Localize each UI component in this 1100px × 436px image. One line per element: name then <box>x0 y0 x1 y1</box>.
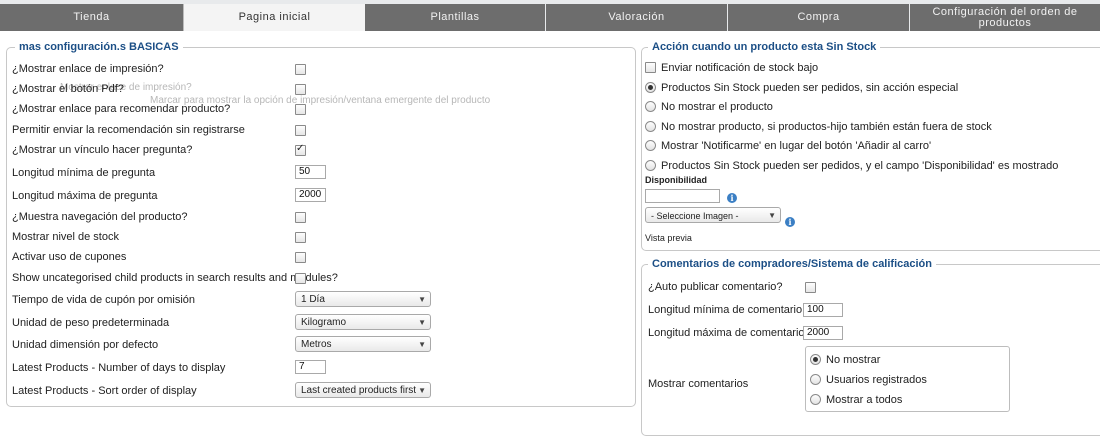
recommend-unregistered-checkbox[interactable] <box>295 125 306 136</box>
label-low-stock-notify: Enviar notificación de stock bajo <box>661 62 819 74</box>
uncategorised-children-checkbox[interactable] <box>295 273 306 284</box>
show-reviews-label-2: Mostrar a todos <box>826 394 903 406</box>
stock-option-label-0: Productos Sin Stock pueden ser pedidos, … <box>661 82 959 94</box>
min-review-input[interactable] <box>803 303 843 317</box>
label-print-link: ¿Mostrar enlace de impresión? <box>12 63 164 75</box>
label-min-review: Longitud mínima de comentario <box>648 304 803 316</box>
show-reviews-radio-0[interactable] <box>810 354 821 365</box>
stock-option-radio-3[interactable] <box>645 140 656 151</box>
label-weight-unit: Unidad de peso predeterminada <box>12 317 170 329</box>
recommend-link-checkbox[interactable] <box>295 104 306 115</box>
out-of-stock-legend: Acción cuando un producto esta Sin Stock <box>648 40 881 54</box>
product-navigation-checkbox[interactable] <box>295 212 306 223</box>
chevron-down-icon: ▼ <box>418 295 426 304</box>
label-stock-level: Mostrar nivel de stock <box>12 231 119 243</box>
coupon-lifetime-select[interactable]: 1 Día ▼ <box>295 291 431 307</box>
auto-publish-checkbox[interactable] <box>805 282 816 293</box>
availability-image-select[interactable]: - Seleccione Imagen - ▼ <box>645 207 781 223</box>
tab-valoracion[interactable]: Valoración <box>546 4 727 31</box>
label-latest-days: Latest Products - Number of days to disp… <box>12 362 226 374</box>
chevron-down-icon: ▼ <box>418 340 426 349</box>
pdf-button-checkbox[interactable] <box>295 84 306 95</box>
label-pdf-button: ¿Mostrar el botón Pdf? <box>12 83 124 95</box>
label-auto-publish: ¿Auto publicar comentario? <box>648 281 783 293</box>
coupons-checkbox[interactable] <box>295 252 306 263</box>
info-icon[interactable]: i <box>727 193 737 203</box>
label-coupons: Activar uso de cupones <box>12 251 127 263</box>
max-question-input[interactable] <box>295 188 326 202</box>
low-stock-notify-checkbox[interactable] <box>645 62 656 73</box>
basic-settings-legend: mas configuración.s BASICAS <box>15 40 183 54</box>
disponibilidad-input[interactable] <box>645 189 720 203</box>
label-dimension-unit: Unidad dimensión por defecto <box>12 339 159 351</box>
show-reviews-radio-1[interactable] <box>810 374 821 385</box>
label-preview: Vista previa <box>645 233 692 243</box>
stock-option-label-3: Mostrar 'Notificarme' en lugar del botón… <box>661 140 932 152</box>
stock-option-radio-4[interactable] <box>645 160 656 171</box>
stock-option-label-4: Productos Sin Stock pueden ser pedidos, … <box>661 160 1059 172</box>
label-min-question: Longitud mínima de pregunta <box>12 167 156 179</box>
reviews-legend: Comentarios de compradores/Sistema de ca… <box>648 257 936 271</box>
max-review-input[interactable] <box>803 326 843 340</box>
label-product-navigation: ¿Muestra navegación del producto? <box>12 211 188 223</box>
stock-option-radio-2[interactable] <box>645 121 656 132</box>
stock-option-label-2: No mostrar producto, si productos-hijo t… <box>661 121 992 133</box>
chevron-down-icon: ▼ <box>418 318 426 327</box>
chevron-down-icon: ▼ <box>768 211 776 220</box>
label-coupon-lifetime: Tiempo de vida de cupón por omisión <box>12 294 196 306</box>
label-disponibilidad: Disponibilidad <box>645 175 707 185</box>
tab-tienda[interactable]: Tienda <box>0 4 183 31</box>
print-link-checkbox[interactable] <box>295 64 306 75</box>
weight-unit-select[interactable]: Kilogramo ▼ <box>295 314 431 330</box>
show-reviews-label-1: Usuarios registrados <box>826 374 927 386</box>
show-reviews-label-0: No mostrar <box>826 354 881 366</box>
min-question-input[interactable] <box>295 165 326 179</box>
label-show-reviews: Mostrar comentarios <box>648 378 749 390</box>
label-latest-sort: Latest Products - Sort order of display <box>12 385 197 397</box>
label-recommend-link: ¿Mostrar enlace para recomendar producto… <box>12 103 231 115</box>
label-ask-question: ¿Mostrar un vínculo hacer pregunta? <box>12 144 193 156</box>
tab-pagina-inicial[interactable]: Pagina inicial <box>183 4 366 31</box>
label-max-question: Longitud máxima de pregunta <box>12 190 158 202</box>
latest-days-input[interactable] <box>295 360 326 374</box>
label-recommend-unregistered: Permitir enviar la recomendación sin reg… <box>12 124 245 136</box>
label-max-review: Longitud máxima de comentario <box>648 327 805 339</box>
stock-level-checkbox[interactable] <box>295 232 306 243</box>
latest-sort-select[interactable]: Last created products first ▼ <box>295 382 431 398</box>
info-icon[interactable]: i <box>785 217 795 227</box>
tab-plantillas[interactable]: Plantillas <box>365 4 545 31</box>
label-uncategorised-children: Show uncategorised child products in sea… <box>12 272 338 284</box>
stock-option-radio-0[interactable] <box>645 82 656 93</box>
show-reviews-radio-2[interactable] <box>810 394 821 405</box>
tab-compra[interactable]: Compra <box>728 4 909 31</box>
stock-option-radio-1[interactable] <box>645 101 656 112</box>
tab-configuracion-orden[interactable]: Configuración del orden de productos <box>910 4 1100 31</box>
chevron-down-icon: ▼ <box>418 386 426 395</box>
stock-option-label-1: No mostrar el producto <box>661 101 773 113</box>
tab-bar: Tienda Pagina inicial Plantillas Valorac… <box>0 0 1100 31</box>
ask-question-checkbox[interactable] <box>295 143 306 156</box>
dimension-unit-select[interactable]: Metros ▼ <box>295 336 431 352</box>
